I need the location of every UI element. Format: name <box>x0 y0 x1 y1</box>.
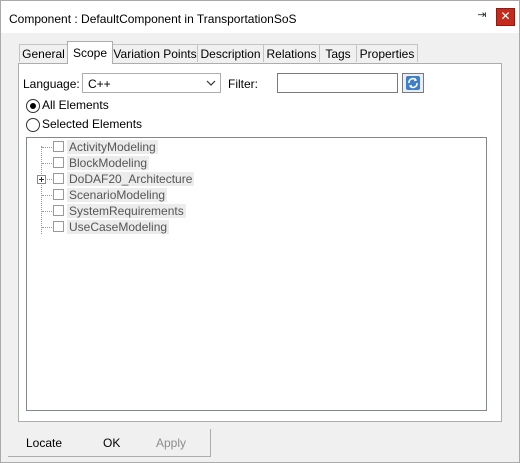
button-bar: Locate OK Apply <box>8 429 211 457</box>
tree-item-label[interactable]: UseCaseModeling <box>67 220 170 234</box>
tree-item[interactable]: UseCaseModeling <box>27 219 327 235</box>
tree-item-label[interactable]: ScenarioModeling <box>67 188 168 202</box>
tree-item[interactable]: DoDAF20_Architecture <box>27 171 327 187</box>
ok-button[interactable]: OK <box>103 436 120 450</box>
tree-checkbox[interactable] <box>53 157 64 168</box>
radio-button[interactable] <box>26 118 40 132</box>
language-value: C++ <box>88 77 111 91</box>
tree-item-label[interactable]: ActivityModeling <box>67 140 158 154</box>
tab-relations[interactable]: Relations <box>263 44 320 62</box>
apply-button[interactable]: Apply <box>156 436 186 450</box>
tree-connector <box>42 147 52 148</box>
title-bar[interactable]: Component : DefaultComponent in Transpor… <box>1 1 519 33</box>
elements-tree[interactable]: ActivityModeling BlockModeling DoDAF20_A… <box>26 137 487 411</box>
tree-checkbox[interactable] <box>53 141 64 152</box>
radio-all-label: All Elements <box>42 98 109 112</box>
language-select[interactable]: C++ <box>82 73 221 93</box>
refresh-button[interactable] <box>402 73 424 93</box>
tree-checkbox[interactable] <box>53 205 64 216</box>
tree-item-label[interactable]: SystemRequirements <box>67 204 186 218</box>
tab-general[interactable]: General <box>19 44 68 62</box>
tree-item[interactable]: ScenarioModeling <box>27 187 327 203</box>
tab-scope[interactable]: Scope <box>67 41 113 64</box>
tree-checkbox[interactable] <box>53 189 64 200</box>
tab-tags[interactable]: Tags <box>319 44 357 62</box>
filter-label: Filter: <box>228 77 258 91</box>
tree-checkbox[interactable] <box>53 173 64 184</box>
locate-button[interactable]: Locate <box>26 436 62 450</box>
tree-item-label[interactable]: DoDAF20_Architecture <box>67 172 195 186</box>
tree-item-label[interactable]: BlockModeling <box>67 156 150 170</box>
tree-connector <box>42 227 52 228</box>
tab-properties[interactable]: Properties <box>356 44 418 62</box>
tree-item[interactable]: ActivityModeling <box>27 139 327 155</box>
tree-item[interactable]: SystemRequirements <box>27 203 327 219</box>
close-icon[interactable]: ✕ <box>496 8 515 26</box>
plus-icon[interactable] <box>37 175 46 184</box>
radio-dot <box>30 103 36 109</box>
radio-selected-label: Selected Elements <box>42 117 143 131</box>
tab-variation-points[interactable]: Variation Points <box>112 44 198 62</box>
tree-item[interactable]: BlockModeling <box>27 155 327 171</box>
pin-icon[interactable]: ⇥ <box>473 8 491 22</box>
chevron-down-icon <box>206 80 216 86</box>
filter-input[interactable] <box>277 73 398 93</box>
tree-connector <box>42 163 52 164</box>
refresh-icon <box>406 76 420 90</box>
window-title: Component : DefaultComponent in Transpor… <box>9 12 297 26</box>
radio-button[interactable] <box>26 99 40 113</box>
tree-checkbox[interactable] <box>53 221 64 232</box>
tree-connector <box>42 211 52 212</box>
tree-connector <box>42 195 52 196</box>
tab-description[interactable]: Description <box>197 44 264 62</box>
language-label: Language: <box>23 77 80 91</box>
